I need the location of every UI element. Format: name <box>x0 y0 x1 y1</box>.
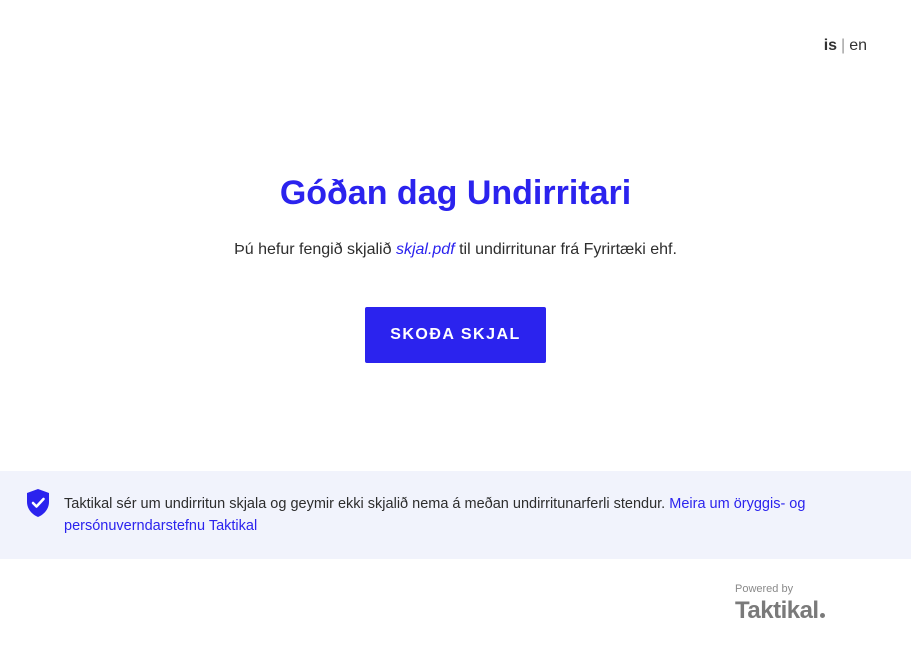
language-en-link[interactable]: en <box>849 37 867 54</box>
powered-by: Powered by Taktikal <box>735 583 845 626</box>
document-message: Þú hefur fengið skjalið skjal.pdf til un… <box>0 241 911 259</box>
view-document-button[interactable]: SKOÐA SKJAL <box>365 307 546 363</box>
language-separator: | <box>841 37 846 54</box>
taktikal-logo: Taktikal <box>735 596 845 626</box>
security-notice-text: Taktikal sér um undirritun skjala og gey… <box>64 493 864 537</box>
security-notice: Taktikal sér um undirritun skjala og gey… <box>0 471 911 559</box>
logo-dot <box>819 613 825 618</box>
powered-by-label: Powered by <box>735 583 794 595</box>
message-prefix: Þú hefur fengið skjalið <box>234 241 396 258</box>
language-switcher: is | en <box>824 37 867 55</box>
document-link[interactable]: skjal.pdf <box>396 241 455 258</box>
signing-page: is | en Góðan dag Undirritari Þú hefur fen… <box>0 0 911 647</box>
security-description: Taktikal sér um undirritun skjala og gey… <box>64 496 670 512</box>
language-is-link[interactable]: is <box>824 37 837 54</box>
message-suffix: til undirritunar frá Fyrirtæki ehf. <box>454 241 677 258</box>
page-title: Góðan dag Undirritari <box>279 174 632 212</box>
shield-check-icon <box>27 489 49 517</box>
taktikal-logo-text: Taktikal <box>735 597 819 624</box>
